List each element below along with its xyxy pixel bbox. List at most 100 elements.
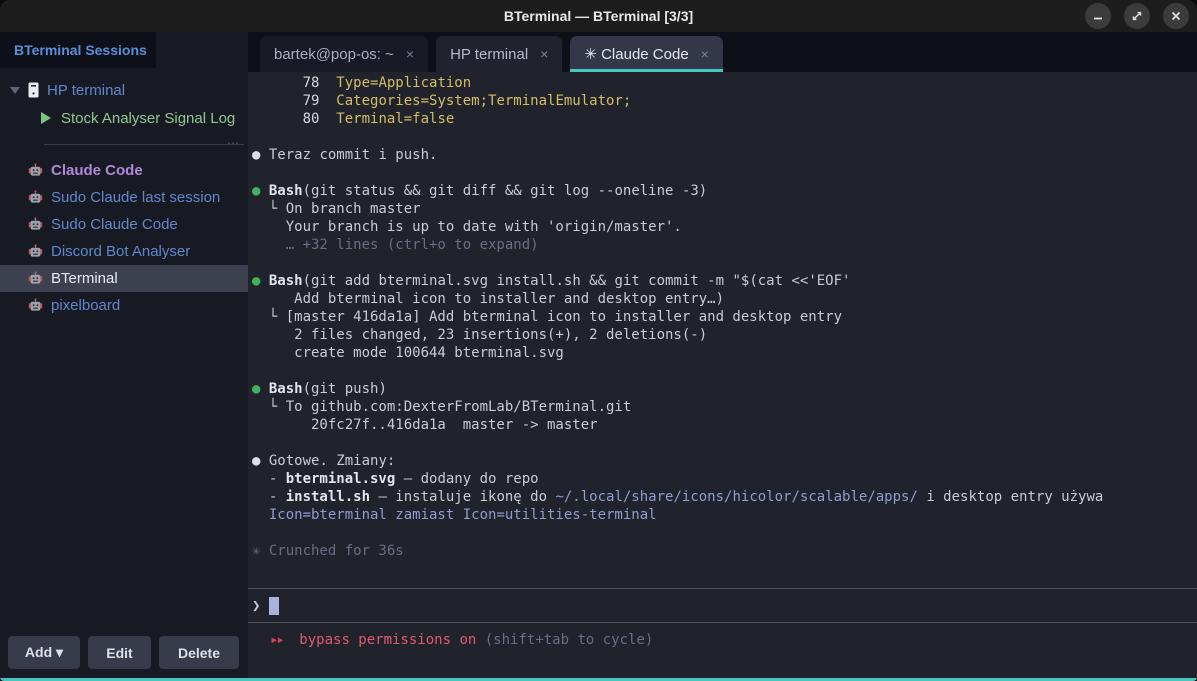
claude-prompt-input[interactable]: ❯: [248, 588, 1197, 623]
terminal-text-segment: i desktop entry używa: [918, 489, 1103, 505]
tree-item-label: HP terminal: [47, 82, 125, 99]
terminal-column: bartek@pop-os: ~ × HP terminal × ✳ Claud…: [248, 32, 1197, 678]
claude-input-block: ❯ ▸▸ bypass permissions on (shift+tab to…: [248, 588, 1197, 648]
terminal-text-segment: Terminal=false: [319, 111, 454, 127]
permissions-status[interactable]: ▸▸ bypass permissions on (shift+tab to c…: [248, 632, 1197, 648]
terminal-text-segment: ✳ Crunched for 36s: [252, 543, 404, 559]
robot-icon: [28, 298, 43, 313]
chevron-down-icon[interactable]: [8, 87, 22, 94]
session-item-label: Discord Bot Analyser: [51, 243, 190, 260]
terminal-line: ● Teraz commit i push.: [252, 146, 1197, 164]
session-item-label: BTerminal: [51, 270, 118, 287]
terminal-line: ✳ Crunched for 36s: [252, 542, 1197, 560]
maximize-button[interactable]: [1124, 3, 1150, 29]
play-icon: [40, 112, 51, 124]
terminal-line: 20fc27f..416da1a master -> master: [252, 416, 1197, 434]
terminal-text-segment: create mode 100644 bterminal.svg: [252, 345, 564, 361]
terminal-text-segment: install.sh: [286, 489, 370, 505]
session-tree: HP terminal Stock Analyser Signal Log: [0, 76, 248, 132]
terminal-pane[interactable]: 78 Type=Application 79 Categories=System…: [248, 72, 1197, 678]
terminal-line: Add bterminal icon to installer and desk…: [252, 290, 1197, 308]
bterminal-window: BTerminal — BTerminal [3/3]: [0, 0, 1197, 681]
robot-icon: [28, 244, 43, 259]
terminal-text-segment: └ To github.com:DexterFromLab/BTerminal.…: [252, 399, 631, 415]
terminal-line: ● Bash(git push): [252, 380, 1197, 398]
session-item-pixelboard[interactable]: pixelboard: [0, 292, 248, 319]
terminal-text-segment: -: [252, 489, 286, 505]
sidebar-divider: ⋯: [44, 144, 244, 145]
computer-icon: [28, 82, 39, 98]
terminal-line: └ On branch master: [252, 200, 1197, 218]
terminal-text-segment: (git status && git diff && git log --one…: [303, 183, 708, 199]
terminal-text-segment: ~/.local/share/icons/hicolor/scalable/ap…: [555, 489, 917, 505]
terminal-text-segment: bterminal.svg: [286, 471, 396, 487]
terminal-line: Your branch is up to date with 'origin/m…: [252, 218, 1197, 236]
session-item-sudo-claude-last-session[interactable]: Sudo Claude last session: [0, 184, 248, 211]
session-list: Claude Code Sudo Claude last session Sud…: [0, 157, 248, 319]
session-item-label: Sudo Claude Code: [51, 216, 178, 233]
terminal-text-segment: Type=Application: [319, 75, 471, 91]
robot-icon: [28, 163, 43, 178]
terminal-text-segment: — dodany do repo: [395, 471, 538, 487]
terminal-text-segment: 78: [252, 75, 319, 91]
robot-icon: [28, 217, 43, 232]
tab-label: HP terminal: [450, 46, 528, 63]
tree-child-label: Stock Analyser Signal Log: [61, 110, 235, 127]
session-item-label: Claude Code: [51, 162, 143, 179]
terminal-line: [252, 524, 1197, 542]
minimize-icon: [1092, 10, 1104, 22]
terminal-text-segment: (git push): [303, 381, 387, 397]
terminal-text-segment: 80: [252, 111, 319, 127]
terminal-line: [252, 362, 1197, 380]
terminal-text-segment: … +32 lines (ctrl+o to expand): [252, 237, 539, 253]
session-item-discord-bot-analyser[interactable]: Discord Bot Analyser: [0, 238, 248, 265]
tab-close-icon[interactable]: ×: [406, 46, 414, 62]
sessions-sidebar: BTerminal Sessions HP terminal: [0, 32, 248, 678]
terminal-line: [252, 164, 1197, 182]
terminal-text-segment: └ On branch master: [252, 201, 421, 217]
terminal-line: 2 files changed, 23 insertions(+), 2 del…: [252, 326, 1197, 344]
terminal-line: [252, 128, 1197, 146]
session-item-label: pixelboard: [51, 297, 120, 314]
tree-item-hp-terminal[interactable]: HP terminal: [0, 76, 248, 104]
terminal-line: └ [master 416da1a] Add bterminal icon to…: [252, 308, 1197, 326]
minimize-button[interactable]: [1085, 3, 1111, 29]
tab-claude-code[interactable]: ✳ Claude Code ×: [570, 36, 722, 72]
terminal-output: 78 Type=Application 79 Categories=System…: [248, 72, 1197, 560]
sidebar-title: BTerminal Sessions: [14, 42, 147, 58]
titlebar[interactable]: BTerminal — BTerminal [3/3]: [0, 0, 1197, 32]
terminal-text-segment: Bash: [260, 183, 302, 199]
terminal-text-segment: Bash: [260, 381, 302, 397]
close-icon: [1170, 10, 1182, 22]
tab-close-icon[interactable]: ×: [540, 46, 548, 62]
terminal-text-segment: Your branch is up to date with 'origin/m…: [252, 219, 682, 235]
terminal-line: 78 Type=Application: [252, 74, 1197, 92]
terminal-text-segment: (git add bterminal.svg install.sh && git…: [303, 273, 851, 289]
add-session-button[interactable]: Add ▾: [8, 636, 80, 669]
session-item-claude-code[interactable]: Claude Code: [0, 157, 248, 184]
text-cursor: [269, 597, 279, 615]
tree-item-stock-analyser-signal-log[interactable]: Stock Analyser Signal Log: [0, 104, 248, 132]
terminal-text-segment: -: [252, 471, 286, 487]
terminal-text-segment: └ [master 416da1a] Add bterminal icon to…: [252, 309, 842, 325]
sidebar-buttons: Add ▾ Edit Delete: [0, 636, 248, 678]
edit-session-button[interactable]: Edit: [88, 636, 151, 669]
terminal-text-segment: Categories=System;TerminalEmulator;: [319, 93, 631, 109]
robot-icon: [28, 190, 43, 205]
terminal-line: create mode 100644 bterminal.svg: [252, 344, 1197, 362]
tab-hp-terminal[interactable]: HP terminal ×: [436, 36, 562, 72]
sidebar-spacer: [0, 319, 248, 636]
terminal-line: 80 Terminal=false: [252, 110, 1197, 128]
bypass-arrows-icon: ▸▸: [270, 632, 283, 648]
terminal-text-segment: Gotowe. Zmiany:: [260, 453, 395, 469]
delete-session-button[interactable]: Delete: [159, 636, 239, 669]
close-button[interactable]: [1163, 3, 1189, 29]
tab-bartek-pop-os[interactable]: bartek@pop-os: ~ ×: [260, 36, 428, 72]
terminal-line: ● Bash(git status && git diff && git log…: [252, 182, 1197, 200]
terminal-line: - bterminal.svg — dodany do repo: [252, 470, 1197, 488]
tab-label: bartek@pop-os: ~: [274, 46, 394, 63]
session-item-sudo-claude-code[interactable]: Sudo Claude Code: [0, 211, 248, 238]
session-item-bterminal[interactable]: BTerminal: [0, 265, 248, 292]
tab-close-icon[interactable]: ×: [701, 46, 709, 62]
session-item-label: Sudo Claude last session: [51, 189, 220, 206]
